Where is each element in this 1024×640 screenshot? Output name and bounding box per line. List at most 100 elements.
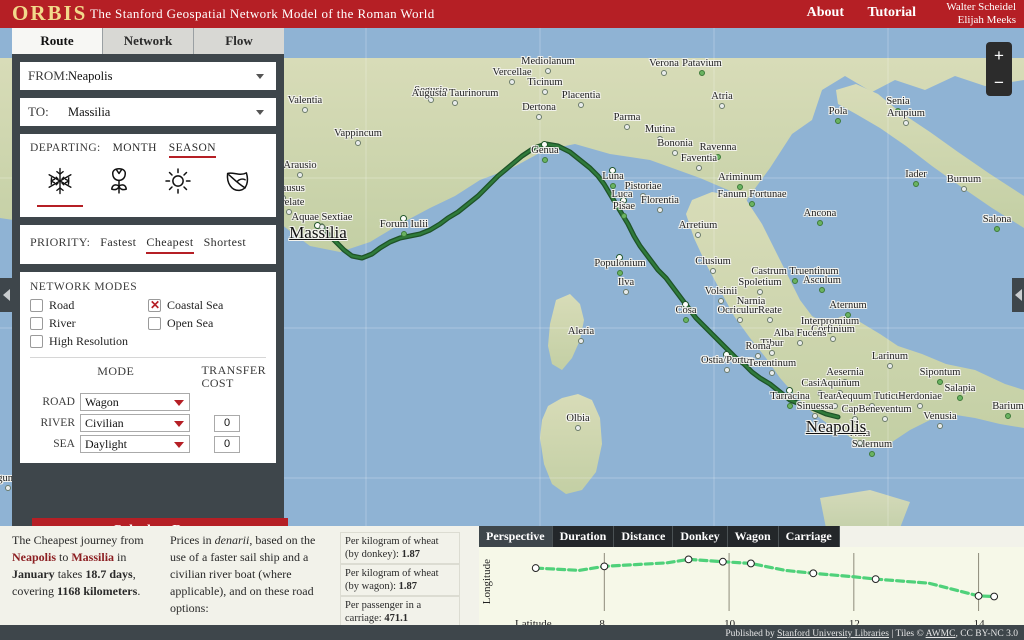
perspective-chart[interactable]: Longitude Latitude 8 10 12 14 bbox=[479, 547, 1024, 631]
city-marker[interactable] bbox=[882, 416, 888, 422]
checkbox-coastal-sea[interactable]: Coastal Sea bbox=[148, 298, 266, 313]
city-marker[interactable] bbox=[787, 403, 793, 409]
city-marker[interactable] bbox=[937, 379, 943, 385]
checkbox-box[interactable] bbox=[148, 298, 161, 312]
city-marker[interactable] bbox=[715, 154, 721, 160]
city-marker[interactable] bbox=[724, 367, 730, 373]
city-marker[interactable] bbox=[536, 114, 542, 120]
chart-tab-donkey[interactable]: Donkey bbox=[673, 526, 728, 547]
city-marker[interactable] bbox=[578, 338, 584, 344]
river-transfer-cost-input[interactable] bbox=[214, 414, 240, 432]
departing-month-toggle[interactable]: MONTH bbox=[113, 142, 157, 156]
city-marker[interactable] bbox=[452, 100, 458, 106]
city-marker[interactable] bbox=[937, 423, 943, 429]
city-marker[interactable] bbox=[837, 390, 843, 396]
city-marker[interactable] bbox=[869, 403, 875, 409]
city-marker[interactable] bbox=[710, 268, 716, 274]
season-summer[interactable] bbox=[155, 166, 201, 207]
chevron-down-icon[interactable] bbox=[256, 74, 264, 79]
city-marker[interactable] bbox=[624, 124, 630, 130]
season-autumn[interactable] bbox=[214, 166, 260, 207]
season-spring[interactable] bbox=[96, 166, 142, 207]
city-marker[interactable] bbox=[542, 89, 548, 95]
chart-tab-distance[interactable]: Distance bbox=[614, 526, 674, 547]
chevron-down-icon[interactable] bbox=[174, 421, 184, 427]
chevron-down-icon[interactable] bbox=[174, 442, 184, 448]
chevron-down-icon[interactable] bbox=[174, 400, 184, 406]
city-marker[interactable] bbox=[640, 193, 646, 199]
city-marker[interactable] bbox=[895, 108, 901, 114]
city-marker[interactable] bbox=[755, 353, 761, 359]
checkbox-road[interactable]: Road bbox=[30, 298, 148, 313]
city-marker[interactable] bbox=[737, 317, 743, 323]
city-marker[interactable] bbox=[302, 107, 308, 113]
chart-tab-carriage[interactable]: Carriage bbox=[778, 526, 840, 547]
city-marker[interactable] bbox=[621, 213, 627, 219]
zoom-out-button[interactable]: − bbox=[986, 69, 1012, 96]
chart-tab-wagon[interactable]: Wagon bbox=[727, 526, 779, 547]
collapse-right-panel-handle[interactable] bbox=[1012, 278, 1024, 312]
city-marker[interactable] bbox=[961, 186, 967, 192]
city-marker[interactable] bbox=[719, 103, 725, 109]
city-marker[interactable] bbox=[830, 336, 836, 342]
checkbox-river[interactable]: River bbox=[30, 316, 148, 331]
season-winter[interactable] bbox=[36, 166, 83, 207]
from-field[interactable]: FROM: Neapolis bbox=[20, 62, 276, 90]
city-marker[interactable] bbox=[887, 363, 893, 369]
collapse-left-panel-handle[interactable] bbox=[0, 278, 12, 312]
city-marker[interactable] bbox=[610, 183, 616, 189]
city-marker[interactable] bbox=[623, 289, 629, 295]
checkbox-box[interactable] bbox=[30, 317, 43, 330]
city-marker[interactable] bbox=[817, 220, 823, 226]
city-marker[interactable] bbox=[797, 340, 803, 346]
chevron-down-icon[interactable] bbox=[256, 110, 264, 115]
city-marker[interactable] bbox=[542, 157, 548, 163]
chart-tab-duration[interactable]: Duration bbox=[552, 526, 615, 547]
city-marker[interactable] bbox=[749, 201, 755, 207]
city-marker[interactable] bbox=[737, 184, 743, 190]
road-mode-select[interactable]: Wagon bbox=[80, 393, 190, 411]
sea-transfer-cost-input[interactable] bbox=[214, 435, 240, 453]
city-marker[interactable] bbox=[769, 370, 775, 376]
city-marker[interactable] bbox=[769, 350, 775, 356]
city-marker[interactable] bbox=[718, 298, 724, 304]
city-marker[interactable] bbox=[913, 181, 919, 187]
map-zoom-control[interactable]: + − bbox=[986, 42, 1012, 96]
season-selector[interactable] bbox=[30, 166, 266, 207]
checkbox-open-sea[interactable]: Open Sea bbox=[148, 316, 266, 331]
city-marker[interactable] bbox=[869, 451, 875, 457]
city-marker[interactable] bbox=[903, 120, 909, 126]
city-marker[interactable] bbox=[957, 395, 963, 401]
city-marker[interactable] bbox=[578, 102, 584, 108]
city-marker[interactable] bbox=[827, 328, 833, 334]
checkbox-box[interactable] bbox=[30, 335, 43, 348]
city-marker[interactable] bbox=[672, 150, 678, 156]
nav-tutorial-link[interactable]: Tutorial bbox=[868, 5, 917, 21]
river-mode-select[interactable]: Civilian bbox=[80, 414, 190, 432]
city-marker[interactable] bbox=[661, 70, 667, 76]
city-marker[interactable] bbox=[835, 118, 841, 124]
sidebar-tabs[interactable]: Route Network Flow bbox=[12, 28, 284, 54]
tab-flow[interactable]: Flow bbox=[194, 28, 284, 54]
priority-shortest[interactable]: Shortest bbox=[204, 235, 247, 252]
tab-network[interactable]: Network bbox=[103, 28, 194, 54]
chart-tab-bar[interactable]: Perspective Duration Distance Donkey Wag… bbox=[479, 526, 840, 547]
city-marker[interactable] bbox=[509, 79, 515, 85]
city-marker[interactable] bbox=[857, 440, 863, 446]
city-marker[interactable] bbox=[657, 136, 663, 142]
city-marker[interactable] bbox=[297, 172, 303, 178]
city-marker[interactable] bbox=[817, 390, 823, 396]
city-marker[interactable] bbox=[994, 226, 1000, 232]
city-marker[interactable] bbox=[842, 379, 848, 385]
city-marker[interactable] bbox=[286, 209, 292, 215]
city-marker[interactable] bbox=[832, 403, 838, 409]
city-marker[interactable] bbox=[683, 317, 689, 323]
city-marker[interactable] bbox=[792, 278, 798, 284]
nav-about-link[interactable]: About bbox=[807, 5, 844, 21]
city-marker[interactable] bbox=[917, 403, 923, 409]
tiles-source-link[interactable]: AWMC bbox=[926, 629, 956, 639]
departing-season-toggle[interactable]: SEASON bbox=[168, 142, 216, 158]
city-marker[interactable] bbox=[401, 231, 407, 237]
city-marker[interactable] bbox=[696, 165, 702, 171]
city-marker[interactable] bbox=[819, 287, 825, 293]
